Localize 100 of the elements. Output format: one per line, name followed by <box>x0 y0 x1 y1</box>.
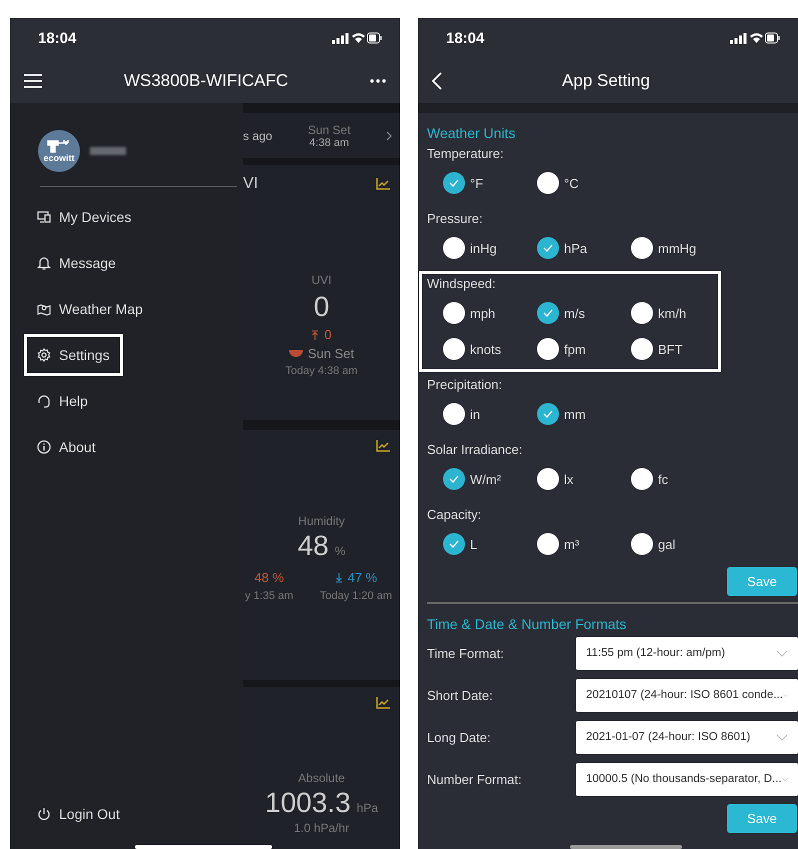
unit-option[interactable]: BFT <box>631 331 725 367</box>
unit-option[interactable]: m³ <box>537 526 631 562</box>
radio-button[interactable] <box>443 533 465 555</box>
group-label: Solar Irradiance: <box>426 441 524 459</box>
radio-button[interactable] <box>537 338 559 360</box>
radio-button[interactable] <box>631 237 653 259</box>
min-time: Today 1:20 am <box>320 590 392 602</box>
card-title: VI <box>243 175 258 193</box>
humidity-value: 48 <box>298 530 329 562</box>
pressure-rate: 1.0 hPa/hr <box>294 821 350 835</box>
unit-option[interactable]: knots <box>443 331 537 367</box>
radio-button[interactable] <box>631 338 653 360</box>
radio-button[interactable] <box>537 533 559 555</box>
menu-icon[interactable] <box>24 74 42 88</box>
unit-option[interactable]: hPa <box>537 230 631 266</box>
chart-icon[interactable] <box>376 178 390 190</box>
drawer-menu-item[interactable]: Settings <box>24 334 123 376</box>
humidity-min: 47 % <box>348 570 378 585</box>
arrow-up-icon <box>311 330 320 340</box>
unit-option[interactable]: °F <box>443 165 537 201</box>
group-label: Temperature: <box>426 145 505 163</box>
status-icons <box>730 31 780 45</box>
pressure-value: 1003.3 <box>265 787 351 819</box>
map-pin-icon <box>37 302 51 316</box>
format-label: Time Format: <box>427 646 504 660</box>
format-dropdown[interactable]: 11:55 pm (12-hour: am/pm) <box>576 636 798 670</box>
radio-button[interactable] <box>443 302 465 324</box>
weather-station-icon <box>46 139 72 153</box>
format-dropdown[interactable]: 10000.5 (No thousands-separator, D... <box>576 762 798 796</box>
drawer-menu-item[interactable]: Help <box>24 380 101 422</box>
check-icon <box>449 540 459 548</box>
unit-option[interactable]: fpm <box>537 331 631 367</box>
sunset-time: 4:38 am <box>309 136 350 148</box>
humidity-label: Humidity <box>298 514 345 528</box>
unit-option[interactable]: mm <box>537 396 631 432</box>
format-label: Number Format: <box>427 772 522 786</box>
unit-option[interactable]: L <box>443 526 537 562</box>
unit-option[interactable]: km/h <box>631 295 725 331</box>
unit-option[interactable]: inHg <box>443 230 537 266</box>
uvi-max: 0 <box>324 327 332 342</box>
radio-button[interactable] <box>631 302 653 324</box>
status-time: 18:04 <box>38 30 76 46</box>
info-icon <box>37 440 51 454</box>
uvi-value: 0 <box>314 291 330 323</box>
unit-option[interactable]: fc <box>631 461 725 497</box>
section-title: Time & Date & Number Formats <box>426 616 628 632</box>
group-label: Capacity: <box>426 506 482 524</box>
power-icon <box>37 807 51 821</box>
group-label: Precipitation: <box>426 376 504 394</box>
sunset-label: Sun Set <box>308 122 351 136</box>
sunset-icon <box>288 350 303 358</box>
drawer-menu-item[interactable]: Message <box>24 242 129 284</box>
drawer-menu-item[interactable]: About <box>24 426 109 468</box>
chart-icon[interactable] <box>376 697 390 709</box>
format-dropdown[interactable]: 20210107 (24-hour: ISO 8601 conde... <box>576 678 798 712</box>
radio-button[interactable] <box>443 468 465 490</box>
humidity-unit: % <box>334 544 346 558</box>
radio-button[interactable] <box>537 468 559 490</box>
chart-icon[interactable] <box>376 440 390 452</box>
radio-button[interactable] <box>537 172 559 194</box>
check-icon <box>449 179 459 187</box>
unit-option[interactable]: gal <box>631 526 725 562</box>
radio-button[interactable] <box>537 302 559 324</box>
unit-option[interactable]: mph <box>443 295 537 331</box>
group-label: Pressure: <box>426 210 484 228</box>
status-icons <box>332 31 382 45</box>
logout-item[interactable]: Login Out <box>24 793 133 835</box>
headset-icon <box>37 394 51 408</box>
radio-button[interactable] <box>443 403 465 425</box>
chevron-down-icon <box>776 734 788 740</box>
pressure-label: Absolute <box>298 771 345 785</box>
format-dropdown[interactable]: 2021-01-07 (24-hour: ISO 8601) <box>576 720 798 754</box>
unit-option[interactable]: W/m² <box>443 461 537 497</box>
drawer-menu-item[interactable]: My Devices <box>24 196 144 238</box>
status-time: 18:04 <box>446 30 484 46</box>
sunset-time: Today 4:38 am <box>285 365 358 377</box>
radio-button[interactable] <box>443 237 465 259</box>
drawer-menu-item[interactable]: Weather Map <box>24 288 156 330</box>
section-title: Weather Units <box>426 125 516 141</box>
radio-button[interactable] <box>631 468 653 490</box>
back-icon[interactable] <box>432 72 442 90</box>
unit-option[interactable]: m/s <box>537 295 631 331</box>
devices-icon <box>37 210 51 224</box>
logo-text: ecowitt <box>43 153 74 163</box>
unit-option[interactable]: mmHg <box>631 230 725 266</box>
group-label: Windspeed: <box>426 275 497 293</box>
max-time: y 1:35 am <box>245 590 294 602</box>
pressure-unit: hPa <box>356 801 378 815</box>
chevron-down-icon <box>782 776 788 782</box>
uvi-label: UVI <box>311 273 332 287</box>
unit-option[interactable]: in <box>443 396 537 432</box>
more-icon[interactable] <box>370 78 386 82</box>
radio-button[interactable] <box>443 172 465 194</box>
unit-option[interactable]: °C <box>537 165 631 201</box>
chevron-down-icon <box>776 650 788 656</box>
radio-button[interactable] <box>631 533 653 555</box>
unit-option[interactable]: lx <box>537 461 631 497</box>
radio-button[interactable] <box>443 338 465 360</box>
radio-button[interactable] <box>537 237 559 259</box>
radio-button[interactable] <box>537 403 559 425</box>
